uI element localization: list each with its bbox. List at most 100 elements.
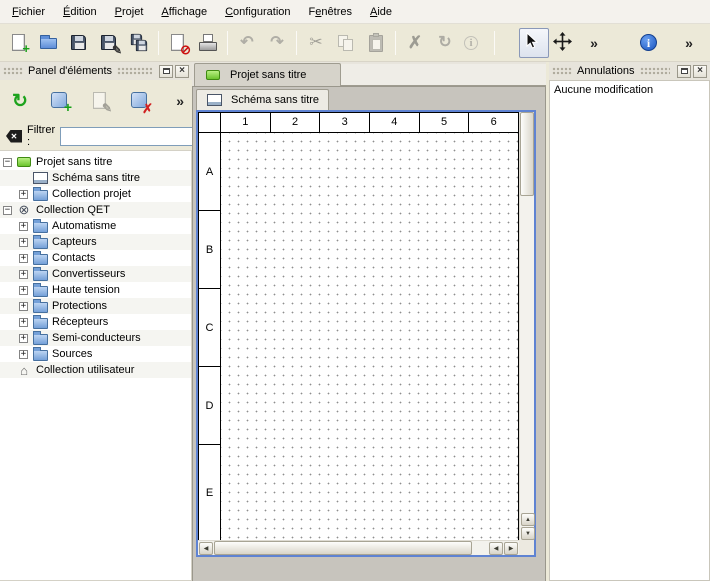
filter-label: Filtrer : bbox=[27, 124, 55, 148]
save-all-button[interactable] bbox=[124, 28, 154, 58]
grid-canvas[interactable] bbox=[221, 133, 518, 540]
tree-item-label: Collection projet bbox=[52, 188, 131, 200]
new-document-button[interactable]: + bbox=[4, 28, 34, 58]
tree-item-capteurs[interactable]: +Capteurs bbox=[0, 234, 191, 250]
close-panel-button[interactable]: × bbox=[175, 65, 189, 78]
horizontal-scrollbar[interactable]: ◀ ◀ ▶ bbox=[198, 540, 519, 555]
object-info-button[interactable]: i bbox=[460, 28, 490, 58]
tab-project[interactable]: Projet sans titre bbox=[194, 63, 341, 86]
scroll-left-icon: ◀ bbox=[494, 545, 499, 552]
new-element-button[interactable]: + bbox=[46, 87, 74, 115]
diagram-sheet[interactable]: 123456 ABCDE bbox=[198, 112, 519, 540]
tree-expander-icon[interactable]: − bbox=[3, 158, 12, 167]
menubar: FichierÉditionProjetAffichageConfigurati… bbox=[0, 0, 710, 24]
paste-button[interactable] bbox=[361, 28, 391, 58]
about-info-button[interactable]: i bbox=[636, 28, 666, 58]
dock-grip-handle[interactable] bbox=[552, 67, 572, 75]
scroll-right-button[interactable]: ▶ bbox=[504, 542, 518, 555]
close-panel-button[interactable]: × bbox=[693, 65, 707, 78]
tree-item-label: Haute tension bbox=[52, 284, 120, 296]
tree-item-collection-qet[interactable]: −⊗Collection QET bbox=[0, 202, 191, 218]
tree-item-collection-projet[interactable]: + Collection projet bbox=[0, 186, 191, 202]
qelectrotech-window: FichierÉditionProjetAffichageConfigurati… bbox=[0, 0, 710, 581]
horizontal-scroll-thumb[interactable] bbox=[214, 541, 472, 555]
rotate-button[interactable]: ↻ bbox=[430, 28, 460, 58]
dock-grip-handle[interactable] bbox=[3, 67, 23, 75]
undo-button[interactable]: ↶ bbox=[232, 28, 262, 58]
menu-configuration[interactable]: Configuration bbox=[216, 2, 299, 22]
save-as-button[interactable]: ✎ bbox=[94, 28, 124, 58]
tree-expander-icon[interactable]: + bbox=[19, 270, 28, 279]
tree-expander-icon[interactable]: + bbox=[19, 222, 28, 231]
project-icon bbox=[16, 155, 32, 169]
menu-edition[interactable]: Édition bbox=[54, 2, 106, 22]
vertical-scroll-thumb[interactable] bbox=[520, 112, 534, 196]
tree-expander-icon[interactable]: + bbox=[19, 254, 28, 263]
project-tabbar: Projet sans titre bbox=[192, 62, 546, 86]
pan-mode-button[interactable] bbox=[549, 28, 579, 58]
float-icon bbox=[163, 68, 170, 74]
row-header-B: B bbox=[199, 211, 220, 289]
clear-filter-icon[interactable]: ✕ bbox=[6, 130, 22, 143]
copy-button[interactable] bbox=[331, 28, 361, 58]
tree-expander-icon[interactable]: + bbox=[19, 350, 28, 359]
edit-element-button[interactable]: ✎ bbox=[86, 87, 114, 115]
menu-aide[interactable]: Aide bbox=[361, 2, 401, 22]
row-header-C: C bbox=[199, 289, 220, 367]
menu-fichier[interactable]: Fichier bbox=[3, 2, 54, 22]
tree-item-protections[interactable]: +Protections bbox=[0, 298, 191, 314]
menu-fenetres[interactable]: Fenêtres bbox=[300, 2, 361, 22]
open-button[interactable] bbox=[34, 28, 64, 58]
dock-grip-handle[interactable] bbox=[640, 67, 671, 75]
folder-icon bbox=[32, 331, 48, 345]
tree-item-sources[interactable]: +Sources bbox=[0, 346, 191, 362]
float-panel-button[interactable] bbox=[677, 65, 691, 78]
tree-item-recepteurs[interactable]: +Récepteurs bbox=[0, 314, 191, 330]
redo-button[interactable]: ↷ bbox=[262, 28, 292, 58]
float-panel-button[interactable] bbox=[159, 65, 173, 78]
reload-button[interactable]: ↻ bbox=[6, 87, 34, 115]
diagram-view[interactable]: 123456 ABCDE ▲ ▼ bbox=[196, 110, 536, 557]
menu-projet[interactable]: Projet bbox=[106, 2, 153, 22]
vertical-scroll-track[interactable] bbox=[520, 196, 534, 512]
tree-item-schema-sans-titre[interactable]: Schéma sans titre bbox=[0, 170, 191, 186]
tree-item-collection-utilisateur[interactable]: ⌂Collection utilisateur bbox=[0, 362, 191, 378]
tree-item-convertisseurs[interactable]: +Convertisseurs bbox=[0, 266, 191, 282]
tree-expander-icon[interactable]: − bbox=[3, 206, 12, 215]
print-button[interactable] bbox=[193, 28, 223, 58]
tree-item-automatisme[interactable]: +Automatisme bbox=[0, 218, 191, 234]
menu-affichage[interactable]: Affichage bbox=[152, 2, 216, 22]
horizontal-scroll-track[interactable] bbox=[472, 541, 489, 555]
filter-input[interactable] bbox=[60, 127, 210, 146]
overflow-chevron-button[interactable]: » bbox=[579, 28, 609, 58]
tree-expander-icon[interactable]: + bbox=[19, 318, 28, 327]
tree-expander-icon[interactable]: + bbox=[19, 302, 28, 311]
cut-button[interactable]: ✂ bbox=[301, 28, 331, 58]
dock-grip-handle[interactable] bbox=[117, 67, 152, 75]
panel-overflow-chevron[interactable]: » bbox=[176, 93, 186, 109]
scroll-left-button-end[interactable]: ◀ bbox=[489, 542, 503, 555]
filter-row: ✕ Filtrer : bbox=[0, 122, 192, 150]
tree-expander-icon[interactable]: + bbox=[19, 190, 28, 199]
tree-item-projet-sans-titre[interactable]: −Projet sans titre bbox=[0, 154, 191, 170]
vertical-scrollbar[interactable]: ▲ ▼ bbox=[519, 112, 534, 540]
scroll-up-button[interactable]: ▲ bbox=[521, 513, 535, 526]
scroll-left-button[interactable]: ◀ bbox=[199, 542, 213, 555]
tree-item-semi-conducteurs[interactable]: +Semi-conducteurs bbox=[0, 330, 191, 346]
close-document-button[interactable]: ⊘ bbox=[163, 28, 193, 58]
delete-element-button[interactable]: ✗ bbox=[126, 87, 154, 115]
paste-icon bbox=[365, 32, 387, 54]
select-mode-button[interactable] bbox=[519, 28, 549, 58]
tree-item-contacts[interactable]: +Contacts bbox=[0, 250, 191, 266]
tree-expander-icon[interactable]: + bbox=[19, 238, 28, 247]
delete-button[interactable]: ✗ bbox=[400, 28, 430, 58]
schema-icon bbox=[206, 93, 222, 107]
tree-item-haute-tension[interactable]: + Haute tension bbox=[0, 282, 191, 298]
scroll-down-button[interactable]: ▼ bbox=[521, 527, 535, 540]
save-button[interactable] bbox=[64, 28, 94, 58]
tab-schema[interactable]: Schéma sans titre bbox=[196, 89, 329, 110]
overflow-chevron-button[interactable]: » bbox=[674, 28, 704, 58]
tree-expander-icon[interactable]: + bbox=[19, 334, 28, 343]
elements-panel-titlebar: Panel d'éléments × bbox=[0, 62, 192, 80]
tree-expander-icon[interactable]: + bbox=[19, 286, 28, 295]
